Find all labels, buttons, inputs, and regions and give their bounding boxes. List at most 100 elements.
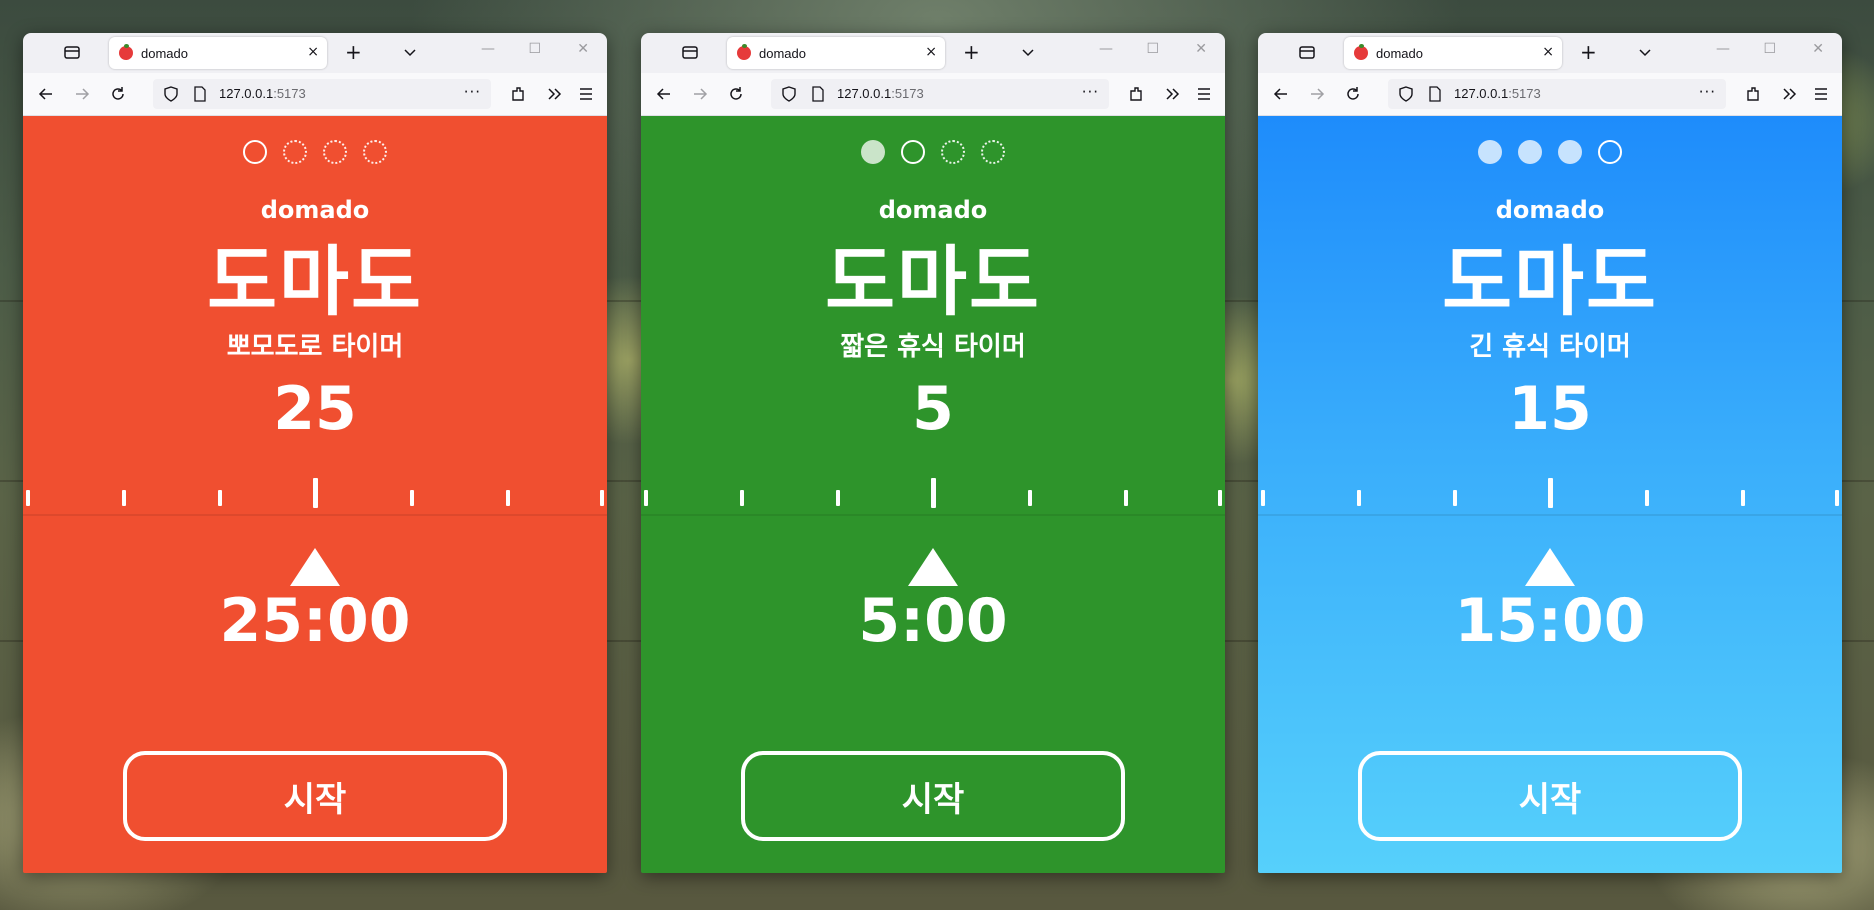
back-arrow-icon[interactable] (1272, 85, 1290, 103)
hamburger-menu-icon[interactable] (1812, 85, 1830, 103)
ruler-tick (410, 490, 414, 506)
more-icon[interactable]: ··· (1082, 83, 1099, 101)
forward-arrow-icon[interactable] (1308, 85, 1326, 103)
new-tab-button[interactable]: + (1580, 40, 1597, 64)
url-host: 127.0.0.1 (1454, 86, 1509, 101)
ruler-tick (1835, 490, 1839, 506)
session-dot (861, 140, 885, 164)
start-button[interactable]: 시작 (123, 751, 507, 841)
tab-title: domado (759, 45, 806, 61)
tab-bar: domado × + — ☐ ✕ (23, 33, 607, 73)
close-tab-icon[interactable]: × (307, 44, 319, 60)
app-title: 도마도 (207, 237, 423, 326)
more-icon[interactable]: ··· (464, 83, 481, 101)
ruler-tick (644, 490, 648, 506)
ruler-baseline (23, 514, 607, 516)
url-bar[interactable]: 127.0.0.1:5173 ··· (153, 79, 491, 109)
overflow-chevron-icon[interactable] (1780, 85, 1798, 103)
tab-bar: domado × + — ☐ ✕ (641, 33, 1225, 73)
shield-icon[interactable] (1398, 86, 1414, 102)
ruler-tick (1357, 490, 1361, 506)
chevron-down-icon[interactable] (401, 43, 419, 61)
session-dot (283, 140, 307, 164)
triangle-pointer-icon (1525, 548, 1575, 586)
forward-arrow-icon[interactable] (691, 85, 709, 103)
maximize-window-button[interactable]: ☐ (528, 41, 541, 57)
url-port: :5173 (891, 86, 924, 101)
close-window-button[interactable]: ✕ (577, 41, 589, 57)
long-break-app: domado 도마도 긴 휴식 타이머 15 15:00 시작 (1258, 116, 1842, 873)
selected-minutes: 15 (1508, 374, 1592, 444)
back-arrow-icon[interactable] (37, 85, 55, 103)
session-dot (1558, 140, 1582, 164)
start-button[interactable]: 시작 (741, 751, 1125, 841)
shield-icon[interactable] (781, 86, 797, 102)
new-tab-button[interactable]: + (345, 40, 362, 64)
extensions-icon[interactable] (509, 85, 527, 103)
session-dots (23, 140, 607, 164)
browser-window-long-break: domado × + — ☐ ✕ 127.0.0.1:5173 ··· doma… (1258, 33, 1842, 873)
countdown-time: 5:00 (858, 586, 1008, 656)
page-icon[interactable] (811, 86, 825, 102)
triangle-pointer-icon (290, 548, 340, 586)
session-dot (1478, 140, 1502, 164)
shield-icon[interactable] (163, 86, 179, 102)
chevron-down-icon[interactable] (1019, 43, 1037, 61)
timer-subtitle: 뽀모도로 타이머 (226, 332, 404, 362)
nav-bar: 127.0.0.1:5173 ··· (641, 73, 1225, 116)
ruler-baseline (1258, 514, 1842, 516)
hamburger-menu-icon[interactable] (1195, 85, 1213, 103)
maximize-window-button[interactable]: ☐ (1763, 41, 1776, 57)
more-icon[interactable]: ··· (1699, 83, 1716, 101)
url-bar[interactable]: 127.0.0.1:5173 ··· (1388, 79, 1726, 109)
chevron-down-icon[interactable] (1636, 43, 1654, 61)
timer-subtitle: 짧은 휴식 타이머 (840, 332, 1026, 362)
session-dot (901, 140, 925, 164)
back-arrow-icon[interactable] (655, 85, 673, 103)
ruler-tick (1028, 490, 1032, 506)
browser-tab[interactable]: domado × (1344, 37, 1562, 69)
minimize-window-button[interactable]: — (481, 41, 495, 57)
new-tab-button[interactable]: + (963, 40, 980, 64)
url-bar[interactable]: 127.0.0.1:5173 ··· (771, 79, 1109, 109)
overflow-chevron-icon[interactable] (545, 85, 563, 103)
start-button[interactable]: 시작 (1358, 751, 1742, 841)
tomato-favicon-icon (1354, 44, 1368, 60)
extensions-icon[interactable] (1744, 85, 1762, 103)
ruler-tick (740, 490, 744, 506)
minimize-window-button[interactable]: — (1716, 41, 1730, 57)
close-window-button[interactable]: ✕ (1812, 41, 1824, 57)
maximize-window-button[interactable]: ☐ (1146, 41, 1159, 57)
reload-icon[interactable] (727, 85, 745, 103)
page-icon[interactable] (1428, 86, 1442, 102)
triangle-pointer-icon (908, 548, 958, 586)
minute-ruler[interactable] (641, 478, 1225, 516)
ruler-tick (218, 490, 222, 506)
close-tab-icon[interactable]: × (1542, 44, 1554, 60)
tab-list-icon[interactable] (1298, 44, 1316, 60)
ruler-tick (26, 490, 30, 506)
tab-list-icon[interactable] (681, 44, 699, 60)
url-text: 127.0.0.1:5173 (219, 86, 306, 101)
browser-tab[interactable]: domado × (109, 37, 327, 69)
minimize-window-button[interactable]: — (1099, 41, 1113, 57)
minute-ruler[interactable] (23, 478, 607, 516)
reload-icon[interactable] (109, 85, 127, 103)
tab-list-icon[interactable] (63, 44, 81, 60)
reload-icon[interactable] (1344, 85, 1362, 103)
selected-minutes: 25 (273, 374, 357, 444)
overflow-chevron-icon[interactable] (1163, 85, 1181, 103)
page-icon[interactable] (193, 86, 207, 102)
extensions-icon[interactable] (1127, 85, 1145, 103)
ruler-tick (1124, 490, 1128, 506)
close-tab-icon[interactable]: × (925, 44, 937, 60)
ruler-baseline (641, 514, 1225, 516)
minute-ruler[interactable] (1258, 478, 1842, 516)
close-window-button[interactable]: ✕ (1195, 41, 1207, 57)
ruler-tick (1741, 490, 1745, 506)
browser-tab[interactable]: domado × (727, 37, 945, 69)
session-dot (941, 140, 965, 164)
session-dots (641, 140, 1225, 164)
hamburger-menu-icon[interactable] (577, 85, 595, 103)
forward-arrow-icon[interactable] (73, 85, 91, 103)
